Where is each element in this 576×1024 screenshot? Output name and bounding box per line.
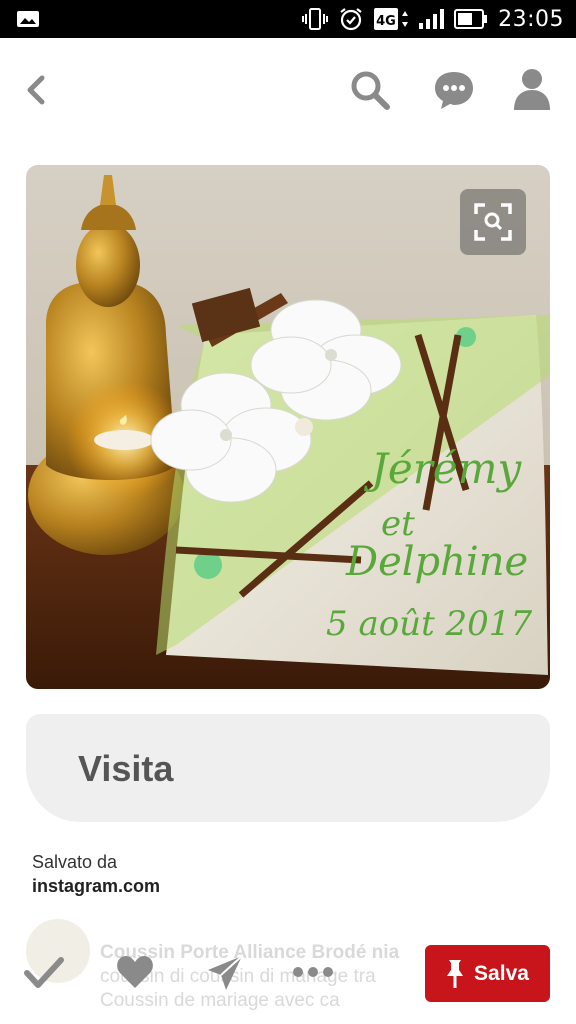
saved-from-source[interactable]: instagram.com — [32, 874, 160, 898]
svg-text:Jérémy: Jérémy — [363, 444, 522, 493]
chat-icon[interactable] — [432, 68, 476, 112]
svg-text:Delphine: Delphine — [345, 539, 528, 585]
profile-icon[interactable] — [510, 66, 554, 112]
save-button-label: Salva — [474, 961, 529, 985]
status-bar: 4G 23:05 — [0, 0, 576, 38]
heart-icon[interactable] — [116, 954, 154, 990]
status-time: 23:05 — [498, 6, 564, 32]
top-nav — [0, 38, 576, 142]
vibrate-icon — [302, 8, 329, 30]
alarm-icon — [340, 8, 362, 31]
save-button[interactable]: Salva — [425, 945, 550, 1002]
back-icon[interactable] — [18, 68, 54, 112]
visit-button-label: Visita — [78, 748, 174, 789]
svg-text:4G: 4G — [376, 14, 396, 29]
visit-button[interactable]: Visita — [26, 714, 550, 822]
pin-icon — [447, 959, 464, 988]
image-notification-icon — [17, 11, 39, 27]
visual-search-icon — [474, 203, 512, 241]
signal-icon — [419, 9, 445, 29]
svg-text:et: et — [381, 504, 415, 544]
search-icon[interactable] — [348, 68, 392, 112]
saved-from: Salvato da instagram.com — [32, 850, 160, 898]
svg-text:5 août 2017: 5 août 2017 — [326, 604, 532, 644]
battery-icon — [454, 9, 488, 29]
send-icon[interactable] — [206, 954, 244, 992]
saved-from-label: Salvato da — [32, 852, 118, 872]
pin-description-line: Coussin de mariage avec ca — [100, 990, 340, 1011]
network-4g-icon: 4G — [374, 8, 409, 30]
checkmark-icon[interactable] — [24, 955, 64, 991]
more-icon[interactable] — [292, 964, 334, 980]
visual-search-button[interactable] — [460, 189, 526, 255]
pin-image[interactable]: Jérémy et Delphine 5 août 2017 — [26, 165, 550, 689]
